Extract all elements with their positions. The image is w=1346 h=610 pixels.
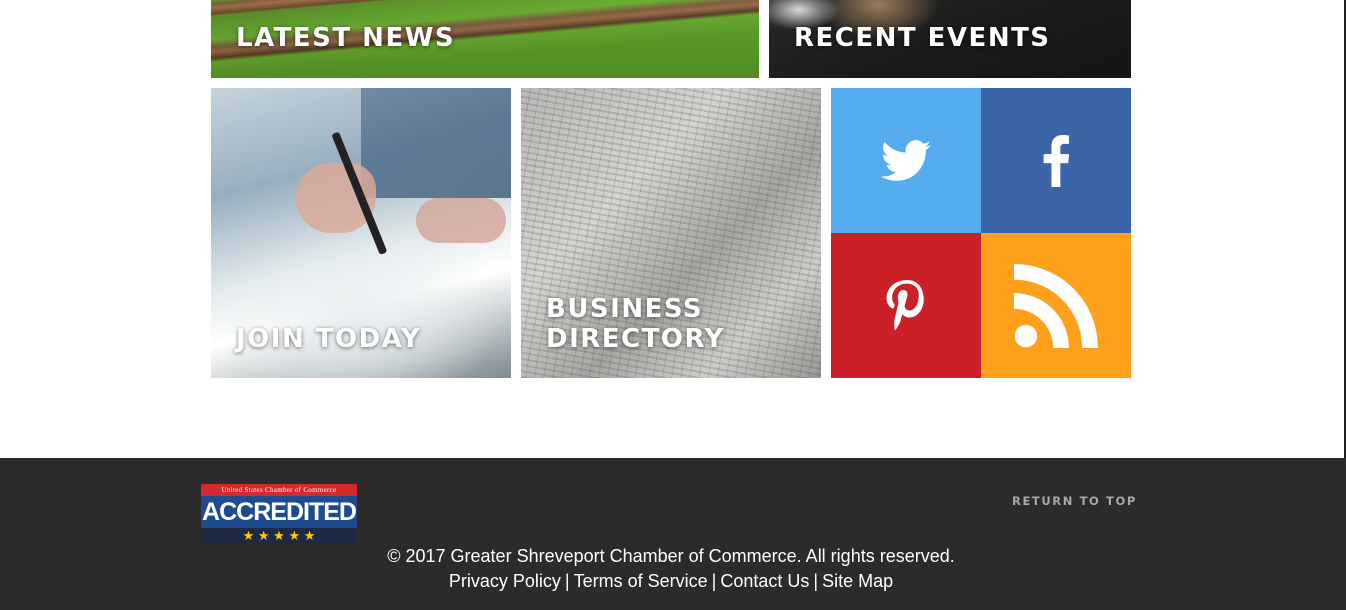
link-separator: | [813,571,819,591]
recent-events-tile[interactable]: RECENT EVENTS [769,0,1131,78]
badge-org-text: United States Chamber of Commerce [201,484,357,496]
copyright-text: © 2017 Greater Shreveport Chamber of Com… [387,546,955,566]
join-today-label: JOIN TODAY [236,324,422,354]
latest-news-label: LATEST NEWS [236,23,456,53]
contact-us-link[interactable]: Contact Us [720,571,809,591]
facebook-icon [1043,134,1069,187]
twitter-button[interactable] [831,88,981,233]
business-directory-label-line1: BUSINESS [546,294,704,324]
business-directory-tile[interactable]: BUSINESS DIRECTORY [521,88,821,378]
badge-accredited-text: ACCREDITED [201,496,357,528]
rss-icon [1014,263,1098,348]
twitter-icon [881,139,931,181]
site-footer: United States Chamber of Commerce ACCRED… [0,458,1346,610]
business-directory-label: BUSINESS DIRECTORY [546,294,725,354]
badge-stars: ★ ★ ★ ★ ★ [201,528,357,544]
accredited-badge: United States Chamber of Commerce ACCRED… [201,484,357,544]
photo-hand-left [416,198,506,243]
rss-button[interactable] [981,233,1131,378]
privacy-policy-link[interactable]: Privacy Policy [449,571,561,591]
photo-sleeve [361,88,511,198]
pinterest-button[interactable] [831,233,981,378]
business-directory-label-line2: DIRECTORY [546,324,725,354]
site-map-link[interactable]: Site Map [822,571,893,591]
join-today-tile[interactable]: JOIN TODAY [211,88,511,378]
return-to-top-link[interactable]: RETURN TO TOP [1012,494,1137,508]
link-separator: | [711,571,717,591]
latest-news-tile[interactable]: LATEST NEWS [211,0,759,78]
footer-links: Privacy Policy | Terms of Service | Contact … [0,571,1342,592]
terms-of-service-link[interactable]: Terms of Service [574,571,708,591]
pinterest-icon [886,279,924,330]
facebook-button[interactable] [981,88,1131,233]
link-separator: | [564,571,570,591]
recent-events-label: RECENT EVENTS [794,23,1051,53]
